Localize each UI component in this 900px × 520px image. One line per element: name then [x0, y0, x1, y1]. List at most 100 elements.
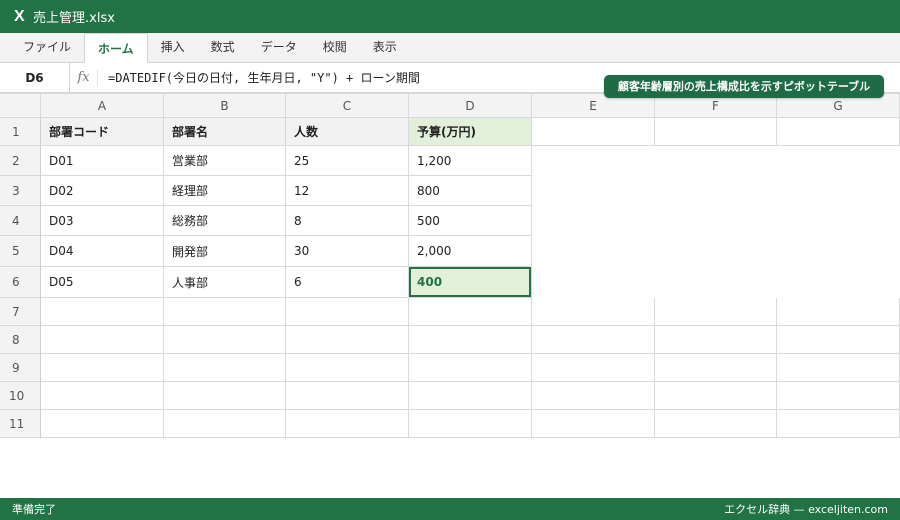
cell-b5[interactable]: 開発部 — [164, 236, 286, 267]
row-header-2[interactable]: 2 — [0, 146, 41, 176]
cell-c3[interactable]: 12 — [286, 176, 409, 206]
cell-f5[interactable] — [655, 236, 777, 267]
cell-g7[interactable] — [777, 298, 900, 326]
selected-cell-d6[interactable]: 400 — [409, 267, 532, 298]
cell-c8[interactable] — [286, 326, 409, 354]
cell-c4[interactable]: 8 — [286, 206, 409, 236]
cell-f3[interactable] — [655, 176, 777, 206]
tab-home[interactable]: ホーム — [84, 33, 148, 63]
cell-b8[interactable] — [164, 326, 286, 354]
row-header-11[interactable]: 11 — [0, 410, 41, 438]
cell-e3[interactable] — [532, 176, 655, 206]
tab-view[interactable]: 表示 — [360, 32, 410, 62]
row-header-5[interactable]: 5 — [0, 236, 41, 267]
select-all-corner[interactable] — [0, 93, 41, 118]
cell-a10[interactable] — [41, 382, 164, 410]
cell-f8[interactable] — [655, 326, 777, 354]
cell-c11[interactable] — [286, 410, 409, 438]
cell-f4[interactable] — [655, 206, 777, 236]
cell-b3[interactable]: 経理部 — [164, 176, 286, 206]
cell-f11[interactable] — [655, 410, 777, 438]
cell-d8[interactable] — [409, 326, 532, 354]
tab-insert[interactable]: 挿入 — [148, 32, 198, 62]
cell-g11[interactable] — [777, 410, 900, 438]
cell-f7[interactable] — [655, 298, 777, 326]
row-header-8[interactable]: 8 — [0, 326, 41, 354]
cell-c10[interactable] — [286, 382, 409, 410]
row-header-4[interactable]: 4 — [0, 206, 41, 236]
column-header-a[interactable]: A — [41, 93, 164, 118]
cell-a2[interactable]: D01 — [41, 146, 164, 176]
cell-g4[interactable] — [777, 206, 900, 236]
cell-e1[interactable] — [532, 118, 655, 146]
cell-a9[interactable] — [41, 354, 164, 382]
row-header-9[interactable]: 9 — [0, 354, 41, 382]
name-box[interactable]: D6 — [0, 62, 70, 93]
cell-c6[interactable]: 6 — [286, 267, 409, 298]
cell-d9[interactable] — [409, 354, 532, 382]
cell-g3[interactable] — [777, 176, 900, 206]
cell-d4[interactable]: 500 — [409, 206, 532, 236]
cell-d5[interactable]: 2,000 — [409, 236, 532, 267]
cell-b11[interactable] — [164, 410, 286, 438]
row-header-6[interactable]: 6 — [0, 267, 41, 298]
tab-review[interactable]: 校閲 — [310, 32, 360, 62]
cell-e5[interactable] — [532, 236, 655, 267]
cell-d10[interactable] — [409, 382, 532, 410]
fx-icon[interactable]: fx — [70, 68, 98, 87]
cell-d1[interactable]: 予算(万円) — [409, 118, 532, 146]
cell-f2[interactable] — [655, 146, 777, 176]
cell-c5[interactable]: 30 — [286, 236, 409, 267]
row-header-7[interactable]: 7 — [0, 298, 41, 326]
cell-a5[interactable]: D04 — [41, 236, 164, 267]
cell-a8[interactable] — [41, 326, 164, 354]
cell-a11[interactable] — [41, 410, 164, 438]
cell-e7[interactable] — [532, 298, 655, 326]
cell-c2[interactable]: 25 — [286, 146, 409, 176]
cell-b1[interactable]: 部署名 — [164, 118, 286, 146]
cell-b4[interactable]: 総務部 — [164, 206, 286, 236]
cell-d11[interactable] — [409, 410, 532, 438]
cell-e11[interactable] — [532, 410, 655, 438]
cell-f1[interactable] — [655, 118, 777, 146]
cell-f9[interactable] — [655, 354, 777, 382]
cell-b7[interactable] — [164, 298, 286, 326]
cell-b6[interactable]: 人事部 — [164, 267, 286, 298]
cell-g5[interactable] — [777, 236, 900, 267]
cell-e6[interactable] — [532, 267, 655, 298]
tab-formulas[interactable]: 数式 — [198, 32, 248, 62]
cell-e2[interactable] — [532, 146, 655, 176]
tab-data[interactable]: データ — [248, 32, 310, 62]
cell-g1[interactable] — [777, 118, 900, 146]
cell-a4[interactable]: D03 — [41, 206, 164, 236]
cell-a3[interactable]: D02 — [41, 176, 164, 206]
formula-input[interactable]: =DATEDIF(今日の日付, 生年月日, "Y") + ローン期間 — [108, 69, 420, 86]
cell-g2[interactable] — [777, 146, 900, 176]
column-header-c[interactable]: C — [286, 93, 409, 118]
cell-g9[interactable] — [777, 354, 900, 382]
cell-c7[interactable] — [286, 298, 409, 326]
cell-g6[interactable] — [777, 267, 900, 298]
row-header-1[interactable]: 1 — [0, 118, 41, 146]
column-header-b[interactable]: B — [164, 93, 286, 118]
cell-a1[interactable]: 部署コード — [41, 118, 164, 146]
cell-b9[interactable] — [164, 354, 286, 382]
cell-b2[interactable]: 営業部 — [164, 146, 286, 176]
cell-c9[interactable] — [286, 354, 409, 382]
cell-c1[interactable]: 人数 — [286, 118, 409, 146]
row-header-10[interactable]: 10 — [0, 382, 41, 410]
cell-b10[interactable] — [164, 382, 286, 410]
cell-g10[interactable] — [777, 382, 900, 410]
cell-f10[interactable] — [655, 382, 777, 410]
cell-d2[interactable]: 1,200 — [409, 146, 532, 176]
cell-e8[interactable] — [532, 326, 655, 354]
cell-e4[interactable] — [532, 206, 655, 236]
cell-f6[interactable] — [655, 267, 777, 298]
cell-g8[interactable] — [777, 326, 900, 354]
column-header-d[interactable]: D — [409, 93, 532, 118]
cell-e9[interactable] — [532, 354, 655, 382]
cell-a7[interactable] — [41, 298, 164, 326]
tab-file[interactable]: ファイル — [10, 32, 84, 62]
row-header-3[interactable]: 3 — [0, 176, 41, 206]
cell-e10[interactable] — [532, 382, 655, 410]
